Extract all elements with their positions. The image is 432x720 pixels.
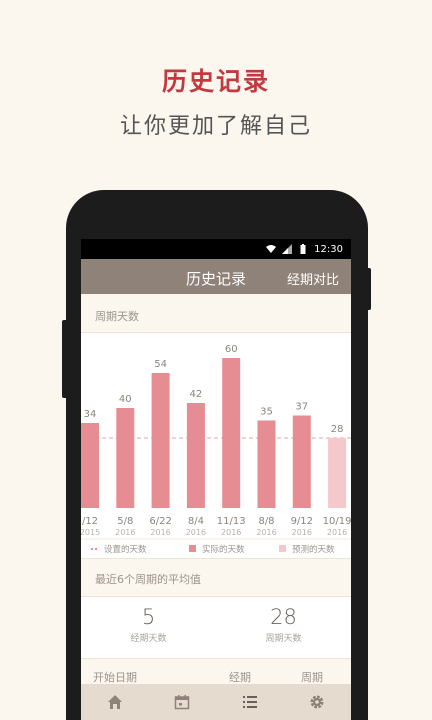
chart-bar [222,358,241,508]
x-tick-year: 2016 [186,528,206,537]
x-tick-date: 8/8 [258,516,274,527]
list-icon [242,696,257,708]
legend-label: 实际的天数 [202,544,245,555]
bar-value-label: 42 [190,389,203,400]
averages-title: 最近6个周期的平均值 [95,573,201,586]
x-tick-date: 11/13 [217,516,246,527]
x-tick-year: 2016 [150,528,170,537]
average-cycle-value: 28 [270,605,297,629]
legend-marker [189,545,196,552]
x-tick-date: 8/4 [188,516,204,527]
column-period: 经期 [229,671,251,684]
calendar-icon [175,695,190,710]
x-tick-date: 6/22 [149,516,171,527]
promo-title: 历史记录 [161,67,270,96]
wifi-icon [266,245,277,253]
compare-button[interactable]: 经期对比 [287,269,339,288]
chart-bar [151,373,170,508]
average-period: 5 经期天数 [81,597,216,658]
bar-value-label: 40 [119,394,132,405]
app-header: 历史记录 经期对比 [81,259,351,294]
average-period-value: 5 [141,605,156,629]
x-tick-date: 9/12 [291,516,313,527]
status-bar: 12:30 [81,239,351,259]
legend-label: 设置的天数 [104,544,147,555]
nav-calendar[interactable] [162,687,202,717]
x-tick-year: 2016 [256,528,276,537]
average-cycle-label: 周期天数 [265,634,302,644]
averages-card: 5 经期天数 28 周期天数 [81,596,351,659]
x-tick-date: 5/8 [117,516,133,527]
chart-bar [328,438,347,508]
x-tick-year: 2016 [115,528,135,537]
chart-bar [186,403,205,508]
signal-icon [282,244,293,254]
nav-settings[interactable] [297,687,337,717]
cycle-chart[interactable]: 34/12 2015 40 5/8 2016 54 6/22 2016 42 8/4 2016 60 1… [81,332,351,559]
chart-bar [81,423,99,508]
column-cycle: 周期 [301,671,323,684]
chart-bar [257,420,276,508]
settings-icon [310,695,324,709]
phone-screen: 12:30 历史记录 经期对比 周期天数 34/12 2015 40 5/8 2016 5… [81,239,351,720]
x-tick-year: 2016 [292,528,312,537]
average-period-label: 经期天数 [130,634,167,644]
cycle-bar-chart: 34/122015405/82016546/222016428/42016601… [81,344,351,555]
legend-marker [279,545,286,552]
bar-value-label: 35 [260,407,273,418]
nav-history[interactable] [230,687,270,717]
chart-section-label: 周期天数 [95,310,139,323]
status-time: 12:30 [314,243,343,255]
nav-home[interactable] [95,687,135,717]
column-start-date: 开始日期 [93,671,137,684]
x-tick-date: /12 [82,516,98,527]
x-tick-year: 2016 [327,528,347,537]
x-tick-year: 2016 [221,528,241,537]
promo-subtitle: 让你更加了解自己 [119,114,312,139]
bar-value-label: 60 [225,344,238,355]
bar-value-label: 34 [84,409,97,420]
bottom-nav [81,684,351,720]
bar-value-label: 37 [295,402,308,413]
legend-label: 预测的天数 [292,544,335,555]
chart-bar [116,408,135,508]
chart-bar [292,415,311,508]
home-icon [107,695,122,709]
battery-icon [300,244,306,254]
x-tick-year: 2015 [81,528,100,537]
bar-value-label: 54 [154,359,167,370]
bar-value-label: 28 [331,424,344,435]
average-cycle: 28 周期天数 [216,597,351,658]
x-tick-date: 10/19 [323,516,351,527]
